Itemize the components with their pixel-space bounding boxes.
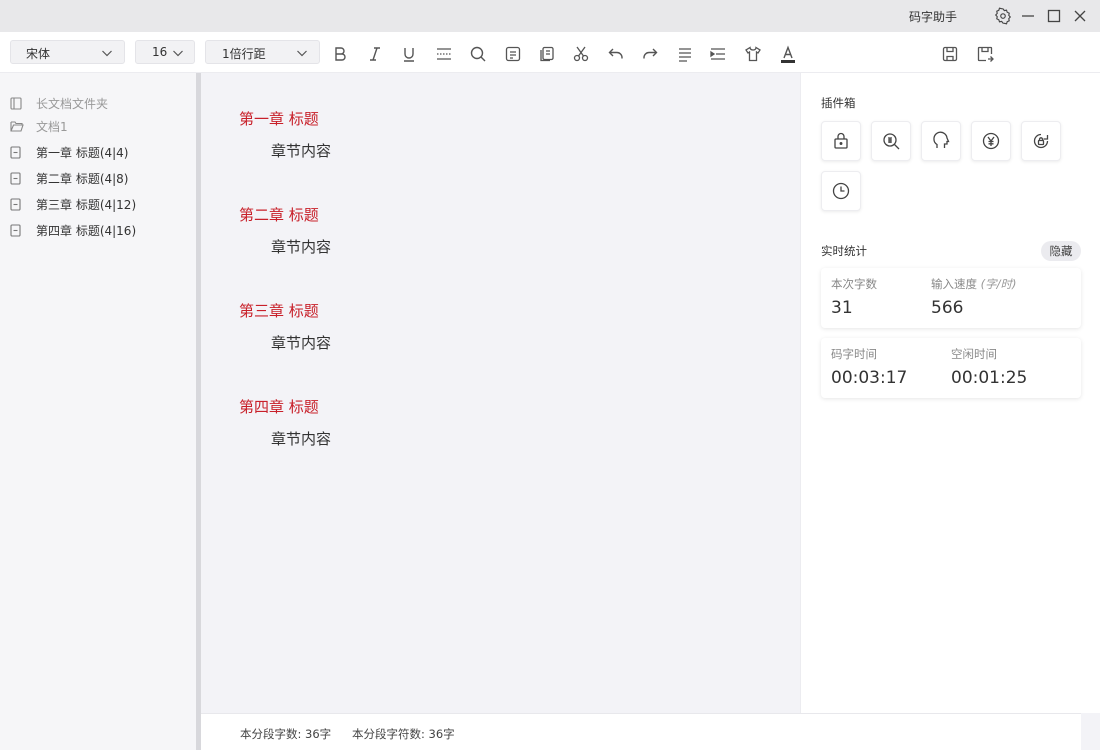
- typing-time-label: 码字时间: [831, 347, 877, 361]
- paragraph-char-count: 本分段字数: 36字: [240, 727, 332, 741]
- idle-time-label: 空闲时间: [951, 347, 997, 361]
- doc-label: 文档1: [36, 119, 68, 134]
- chapter-body: 章节内容: [271, 142, 332, 160]
- font-size-value: 16: [152, 45, 168, 59]
- chapter-heading: 第一章 标题: [239, 110, 319, 128]
- hide-stats-button[interactable]: 隐藏: [1041, 241, 1081, 261]
- toolbar: 宋体 16 1倍行距: [0, 32, 1100, 73]
- notes-icon[interactable]: [501, 42, 525, 66]
- chapter-label: 第三章 标题(4|12): [36, 197, 137, 212]
- folder-item[interactable]: 长文档文件夹: [10, 93, 108, 113]
- chapter-body: 章节内容: [271, 334, 332, 352]
- font-family-value: 宋体: [26, 47, 51, 61]
- dictionary-search-icon[interactable]: [871, 121, 911, 161]
- chapter-body: 章节内容: [271, 430, 332, 448]
- status-bar: 本分段字数: 36字 本分段字符数: 36字: [201, 713, 1081, 750]
- stats-title: 实时统计: [821, 244, 867, 258]
- idle-time-value: 00:01:25: [951, 368, 1028, 388]
- doc-item[interactable]: 文档1: [10, 116, 68, 136]
- chevron-down-icon: [102, 50, 112, 57]
- chapter-item[interactable]: 第四章 标题(4|16): [10, 220, 136, 240]
- speed-value: 566: [931, 298, 964, 318]
- stats-card-time: 码字时间 00:03:17 空闲时间 00:01:25: [821, 338, 1081, 398]
- bold-icon[interactable]: [328, 42, 352, 66]
- search-icon[interactable]: [466, 42, 490, 66]
- italic-icon[interactable]: [363, 42, 387, 66]
- folder-label: 长文档文件夹: [36, 96, 109, 111]
- app-name: 码字助手: [909, 10, 958, 24]
- line-spacing-select[interactable]: 1倍行距: [205, 40, 320, 64]
- document-icon: [10, 145, 24, 159]
- gear-icon[interactable]: [993, 6, 1013, 26]
- close-icon[interactable]: [1070, 6, 1090, 26]
- folder-open-icon: [10, 119, 24, 133]
- indent-icon[interactable]: [706, 42, 730, 66]
- line-spacing-value: 1倍行距: [222, 47, 266, 61]
- chapter-heading: 第三章 标题: [239, 302, 319, 320]
- minimize-icon[interactable]: [1018, 6, 1038, 26]
- chevron-down-icon: [297, 50, 307, 57]
- speed-label: 输入速度 (字/时): [931, 277, 1017, 291]
- chapter-label: 第一章 标题(4|4): [36, 145, 129, 160]
- head-icon[interactable]: [921, 121, 961, 161]
- chapter-label: 第四章 标题(4|16): [36, 223, 137, 238]
- session-chars-value: 31: [831, 298, 853, 318]
- document-icon: [10, 171, 24, 185]
- font-color-icon[interactable]: [776, 42, 800, 66]
- chapter-body: 章节内容: [271, 238, 332, 256]
- chapter-item[interactable]: 第一章 标题(4|4): [10, 142, 129, 162]
- undo-icon[interactable]: [604, 42, 628, 66]
- theme-shirt-icon[interactable]: [741, 42, 765, 66]
- stats-card-session: 本次字数 31 输入速度 (字/时) 566: [821, 268, 1081, 328]
- chapter-item[interactable]: 第二章 标题(4|8): [10, 168, 129, 188]
- horizontal-rule-icon[interactable]: [432, 42, 456, 66]
- redo-icon[interactable]: [638, 42, 662, 66]
- maximize-icon[interactable]: [1044, 6, 1064, 26]
- book-icon: [10, 96, 24, 110]
- underline-icon[interactable]: [397, 42, 421, 66]
- chapter-heading: 第二章 标题: [239, 206, 319, 224]
- document-icon: [10, 223, 24, 237]
- title-bar: 码字助手: [0, 0, 1100, 32]
- document-icon: [10, 197, 24, 211]
- right-panel: 插件箱 实时统计 隐藏 本次字数 31 输入速度 (字/时) 566 码字时间 …: [800, 73, 1100, 713]
- text-editor[interactable]: 第一章 标题 章节内容 第二章 标题 章节内容 第三章 标题 章节内容 第四章 …: [201, 73, 800, 713]
- yen-icon[interactable]: [971, 121, 1011, 161]
- plugins-title: 插件箱: [821, 96, 856, 110]
- cut-icon[interactable]: [569, 42, 593, 66]
- chapter-item[interactable]: 第三章 标题(4|12): [10, 194, 136, 214]
- clock-icon[interactable]: [821, 171, 861, 211]
- paragraph-symbol-count: 本分段字符数: 36字: [352, 727, 455, 741]
- save-icon[interactable]: [938, 42, 962, 66]
- lock-refresh-icon[interactable]: [1021, 121, 1061, 161]
- chapter-heading: 第四章 标题: [239, 398, 319, 416]
- font-size-select[interactable]: 16: [135, 40, 195, 64]
- typing-time-value: 00:03:17: [831, 368, 908, 388]
- font-family-select[interactable]: 宋体: [10, 40, 125, 64]
- speed-unit: (字/时): [980, 277, 1017, 291]
- chevron-down-icon: [173, 50, 183, 57]
- chapter-label: 第二章 标题(4|8): [36, 171, 129, 186]
- align-icon[interactable]: [673, 42, 697, 66]
- session-chars-label: 本次字数: [831, 277, 877, 291]
- document-sidebar: 长文档文件夹 文档1 第一章 标题(4|4) 第二章 标题(4|8) 第三章 标…: [0, 73, 196, 750]
- lock-icon[interactable]: [821, 121, 861, 161]
- save-as-icon[interactable]: [973, 42, 997, 66]
- copy-document-icon[interactable]: [535, 42, 559, 66]
